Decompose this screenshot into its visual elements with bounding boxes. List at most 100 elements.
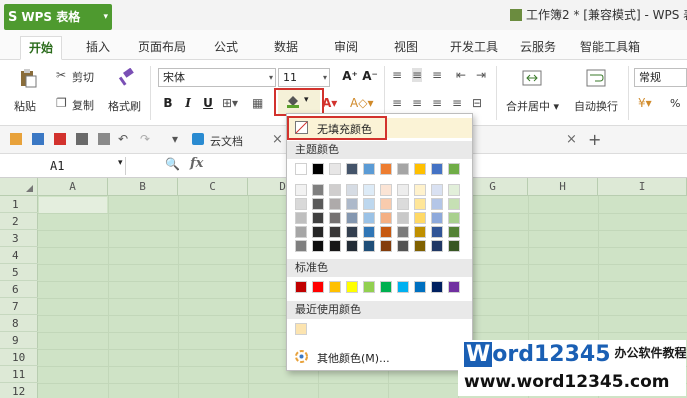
tab-home[interactable]: 开始 [20, 36, 63, 60]
column-header[interactable]: B [108, 178, 178, 196]
chevron-down-icon[interactable]: ▾ [118, 158, 123, 168]
open-icon[interactable] [10, 133, 22, 145]
row-header[interactable]: 5 [0, 264, 38, 281]
merge-center-button[interactable]: 合并居中 ▾ [506, 98, 559, 114]
theme-shade-swatch[interactable] [329, 198, 341, 210]
row-header[interactable]: 2 [0, 213, 38, 230]
indent-decrease-icon[interactable]: ⇤ [456, 68, 466, 82]
standard-color-swatch[interactable] [448, 281, 460, 293]
theme-shade-swatch[interactable] [295, 226, 307, 238]
save-icon[interactable] [32, 133, 44, 145]
zoom-icon[interactable]: 🔍 [165, 157, 180, 171]
theme-shade-swatch[interactable] [295, 212, 307, 224]
new-tab-button[interactable]: + [588, 130, 601, 149]
shrink-font-button[interactable]: A⁻ [360, 69, 380, 83]
theme-shade-swatch[interactable] [397, 240, 409, 252]
column-header[interactable]: C [178, 178, 248, 196]
theme-shade-swatch[interactable] [329, 212, 341, 224]
theme-shade-swatch[interactable] [295, 198, 307, 210]
theme-color-swatch[interactable] [329, 163, 341, 175]
theme-shade-swatch[interactable] [346, 212, 358, 224]
redo-icon[interactable]: ↷ [140, 132, 150, 146]
tab-developer[interactable]: 开发工具 [442, 36, 506, 60]
theme-shade-swatch[interactable] [329, 240, 341, 252]
copy-button[interactable]: 复制 [72, 97, 94, 113]
standard-color-swatch[interactable] [346, 281, 358, 293]
bold-button[interactable]: B [160, 96, 176, 110]
row-header[interactable]: 1 [0, 196, 38, 213]
tab-review[interactable]: 审阅 [326, 36, 366, 60]
theme-shade-swatch[interactable] [397, 212, 409, 224]
theme-shade-swatch[interactable] [346, 240, 358, 252]
standard-color-swatch[interactable] [312, 281, 324, 293]
standard-color-swatch[interactable] [397, 281, 409, 293]
theme-shade-swatch[interactable] [346, 184, 358, 196]
print-icon[interactable] [76, 133, 88, 145]
standard-color-swatch[interactable] [380, 281, 392, 293]
row-header[interactable]: 6 [0, 281, 38, 298]
tab-page-layout[interactable]: 页面布局 [130, 36, 194, 60]
standard-color-swatch[interactable] [295, 281, 307, 293]
theme-shade-swatch[interactable] [312, 226, 324, 238]
paste-button[interactable]: 粘贴 [14, 98, 36, 114]
theme-shade-swatch[interactable] [431, 198, 443, 210]
theme-shade-swatch[interactable] [363, 198, 375, 210]
font-name-select[interactable]: 宋体 ▾ [158, 68, 276, 87]
row-header[interactable]: 4 [0, 247, 38, 264]
clear-format-icon[interactable]: A◇▾ [350, 96, 373, 110]
theme-color-swatch[interactable] [431, 163, 443, 175]
merge-center-icon[interactable] [522, 68, 542, 88]
close-icon[interactable]: × [272, 132, 283, 147]
justify-icon[interactable]: ≡ [452, 96, 462, 110]
theme-shade-swatch[interactable] [380, 184, 392, 196]
italic-button[interactable]: I [180, 96, 196, 110]
theme-shade-swatch[interactable] [380, 226, 392, 238]
theme-shade-swatch[interactable] [397, 226, 409, 238]
row-header[interactable]: 9 [0, 332, 38, 349]
theme-shade-swatch[interactable] [414, 184, 426, 196]
paste-icon[interactable] [18, 68, 38, 88]
theme-shade-swatch[interactable] [312, 184, 324, 196]
grow-font-button[interactable]: A⁺ [340, 69, 360, 83]
chevron-down-icon[interactable]: ▾ [172, 132, 178, 146]
theme-shade-swatch[interactable] [431, 226, 443, 238]
theme-shade-swatch[interactable] [414, 226, 426, 238]
row-header[interactable]: 12 [0, 383, 38, 398]
selected-cell-a1[interactable] [39, 197, 107, 213]
recent-color-swatch[interactable] [295, 323, 307, 335]
standard-color-swatch[interactable] [414, 281, 426, 293]
row-header[interactable]: 7 [0, 298, 38, 315]
theme-shade-swatch[interactable] [295, 240, 307, 252]
tab-insert[interactable]: 插入 [78, 36, 118, 60]
theme-color-swatch[interactable] [312, 163, 324, 175]
theme-shade-swatch[interactable] [414, 212, 426, 224]
currency-icon[interactable]: ¥▾ [638, 96, 652, 110]
font-color-icon[interactable]: A▾ [322, 96, 337, 110]
more-colors-item[interactable]: 其他颜色(M)... [287, 346, 472, 368]
tab-cloud-service[interactable]: 云服务 [512, 36, 564, 60]
theme-shade-swatch[interactable] [346, 226, 358, 238]
undo-icon[interactable]: ↶ [118, 132, 128, 146]
border-icon[interactable]: ⊞▾ [222, 96, 238, 110]
name-box[interactable]: A1 [40, 157, 126, 175]
percent-button[interactable]: % [670, 97, 680, 110]
pdf-icon[interactable] [54, 133, 66, 145]
underline-button[interactable]: U [200, 96, 216, 110]
app-menu-button[interactable]: S WPS 表格 ▾ [4, 4, 112, 30]
select-all-corner[interactable] [0, 178, 38, 196]
theme-color-swatch[interactable] [448, 163, 460, 175]
align-bottom-icon[interactable]: ≡ [432, 68, 442, 82]
theme-shade-swatch[interactable] [448, 184, 460, 196]
theme-shade-swatch[interactable] [431, 184, 443, 196]
theme-shade-swatch[interactable] [414, 240, 426, 252]
theme-shade-swatch[interactable] [312, 212, 324, 224]
theme-color-swatch[interactable] [380, 163, 392, 175]
tab-data[interactable]: 数据 [266, 36, 306, 60]
align-middle-icon[interactable]: ≡ [412, 68, 423, 82]
theme-shade-swatch[interactable] [431, 212, 443, 224]
column-header[interactable]: A [38, 178, 108, 196]
cell-style-icon[interactable]: ▦ [252, 96, 263, 110]
theme-shade-swatch[interactable] [363, 184, 375, 196]
tab-formulas[interactable]: 公式 [206, 36, 246, 60]
theme-shade-swatch[interactable] [414, 198, 426, 210]
